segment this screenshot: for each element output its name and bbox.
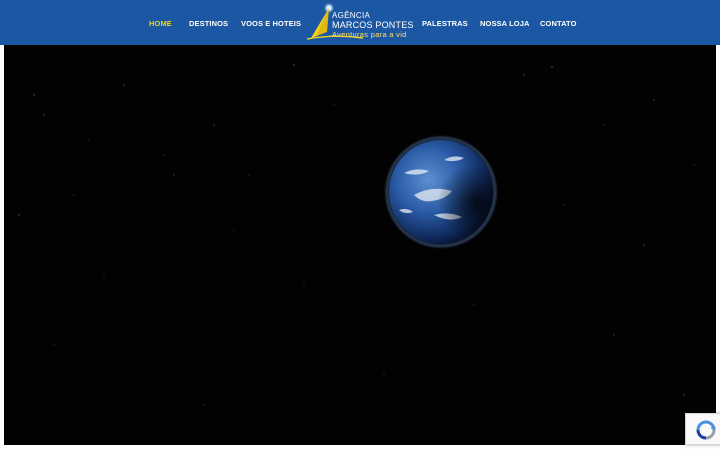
nav-palestras[interactable]: PALESTRAS: [422, 19, 468, 28]
recaptcha-badge[interactable]: [685, 413, 720, 445]
recaptcha-icon: [696, 420, 716, 440]
earth-space-image: [4, 45, 716, 445]
logo-tagline: Aventuras para a vid: [332, 30, 407, 39]
top-navbar: HOME DESTINOS VOOS E HOTEIS AGÊNCIA MARC…: [0, 0, 720, 45]
site-logo[interactable]: AGÊNCIA MARCOS PONTES Aventuras para a v…: [305, 2, 417, 42]
nav-home[interactable]: HOME: [149, 19, 172, 28]
nav-nossa-loja[interactable]: NOSSA LOJA: [480, 19, 529, 28]
nav-destinos[interactable]: DESTINOS: [189, 19, 228, 28]
nav-voos-e-hoteis[interactable]: VOOS E HOTEIS: [241, 19, 301, 28]
nav-contato[interactable]: CONTATO: [540, 19, 577, 28]
logo-text-agencia: AGÊNCIA: [332, 11, 371, 20]
hero-video[interactable]: [4, 45, 716, 445]
logo-text-marcos-pontes: MARCOS PONTES: [332, 20, 414, 30]
